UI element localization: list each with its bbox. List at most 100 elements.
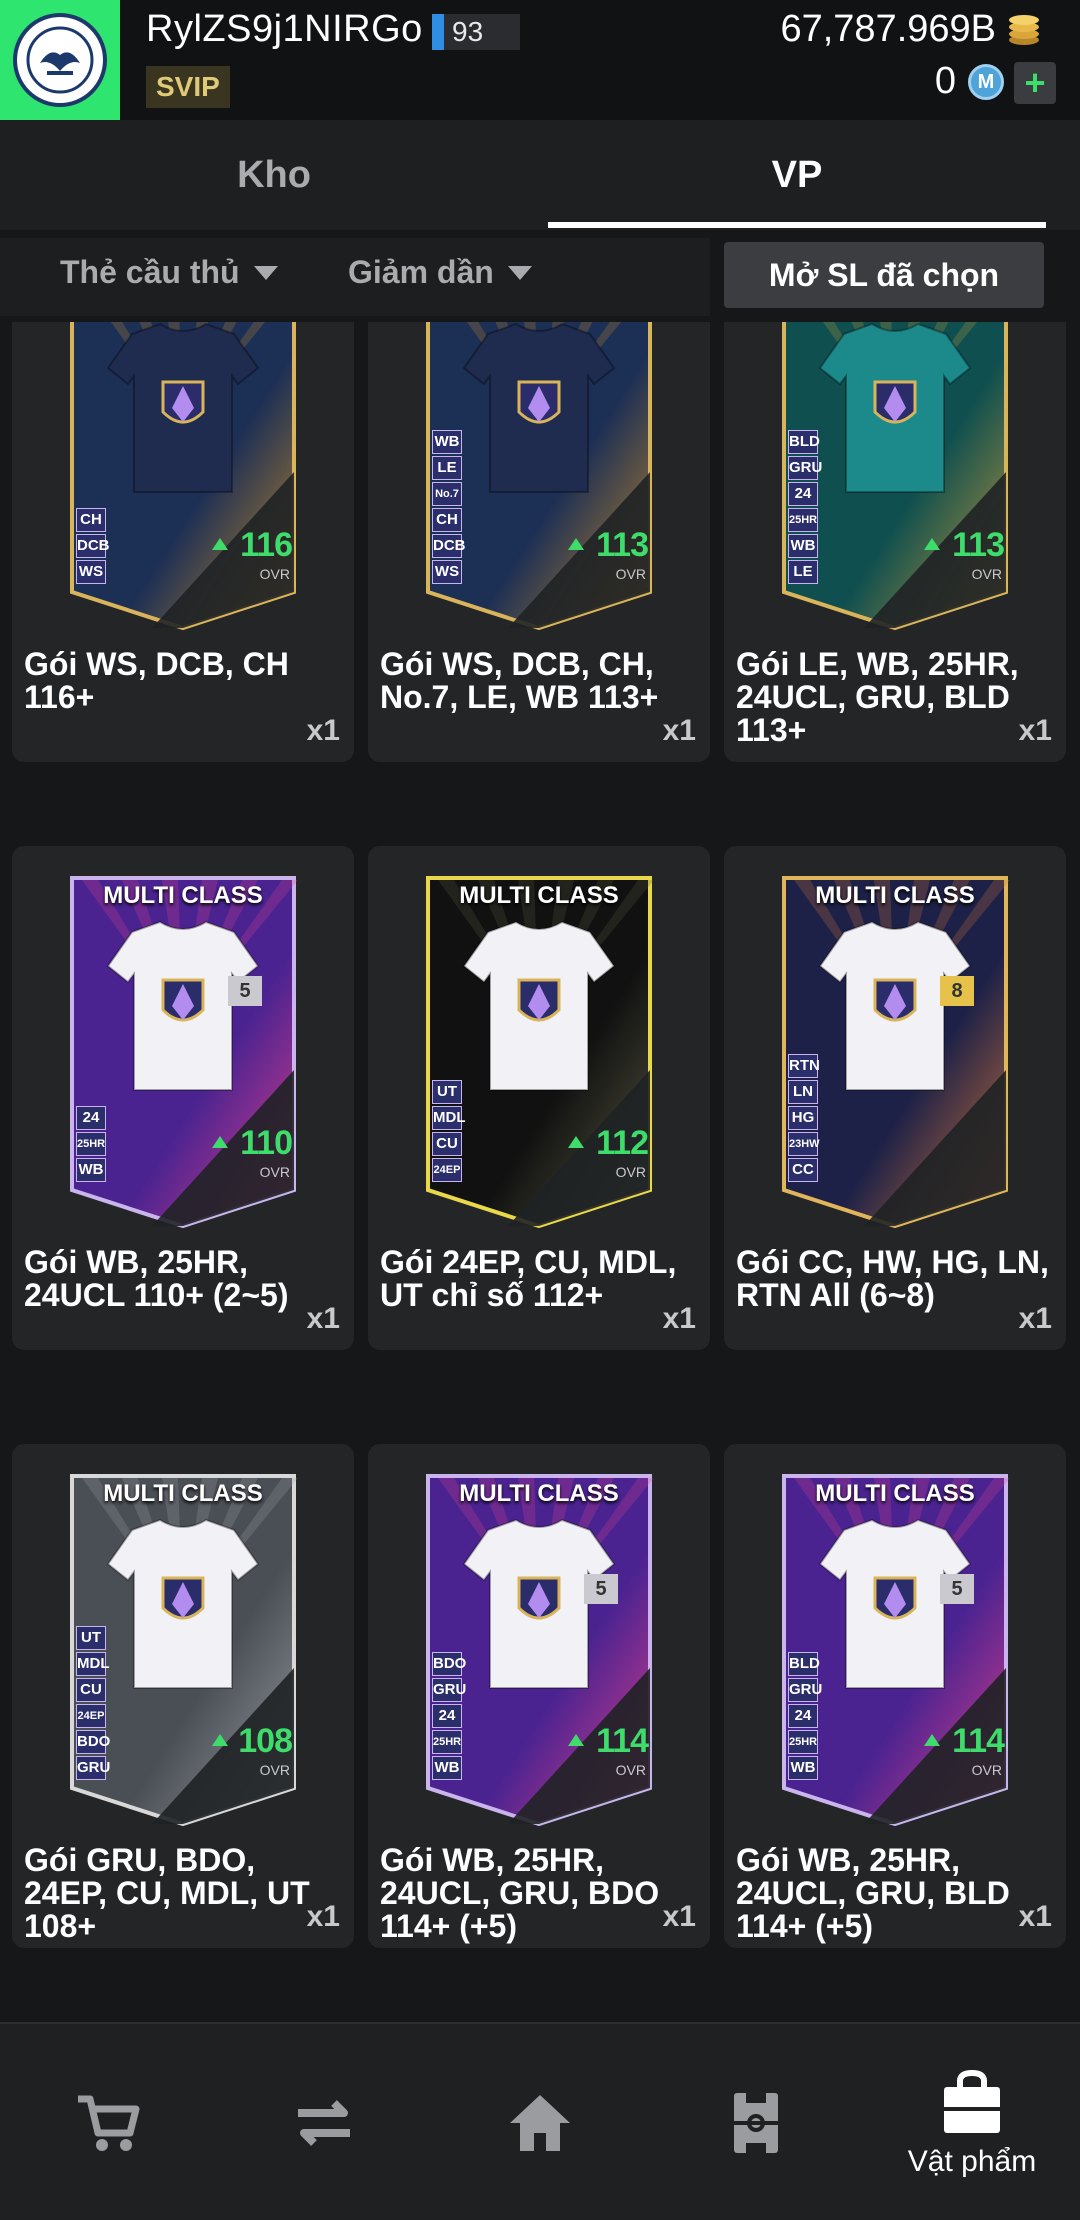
ovr-value: 108 <box>238 1722 293 1760</box>
shopping-bag-icon <box>944 2069 1000 2133</box>
class-badge: WB <box>432 1756 462 1780</box>
class-badge: LE <box>788 560 818 584</box>
pack-item[interactable]: MULTI CLASSBLDGRU2425HRWBLE113OVRGói LE,… <box>724 322 1066 762</box>
vip-badge: SVIP <box>146 66 230 108</box>
class-badge: BLD <box>788 1652 820 1676</box>
class-badge: GRU <box>788 1678 822 1702</box>
ovr-up-arrow-icon <box>568 538 584 550</box>
pack-card-image: MULTI CLASS 5 BDO GRU 24 25HR WB 114 OVR <box>418 1468 660 1828</box>
pack-item[interactable]: MULTI CLASSWBLENo.7CHDCBWS113OVRGói WS, … <box>368 322 710 762</box>
ovr-up-arrow-icon <box>212 1136 228 1148</box>
nav-home[interactable] <box>432 2024 648 2220</box>
rank-badge: 8 <box>940 976 974 1006</box>
class-badge: CU <box>432 1132 462 1156</box>
nav-squad[interactable] <box>648 2024 864 2220</box>
pack-item[interactable]: MULTI CLASS 5 24 25HR WB 110 OVR Gói WB, 25HR, … <box>12 846 354 1350</box>
ovr-value: 114 <box>596 1722 649 1760</box>
ovr-up-arrow-icon <box>924 538 940 550</box>
class-badge: GRU <box>788 456 822 480</box>
class-badge: MDL <box>76 1652 110 1676</box>
ovr-up-arrow-icon <box>924 1734 940 1746</box>
type-filter-dropdown[interactable]: Thẻ cầu thủ <box>60 254 278 291</box>
m-currency-icon: M <box>968 64 1004 100</box>
rank-badge: 5 <box>940 1574 974 1604</box>
pack-quantity: x1 <box>306 1900 340 1933</box>
home-icon <box>510 2095 570 2151</box>
class-badge: WS <box>432 560 462 584</box>
class-badge: WB <box>788 534 818 558</box>
class-badge: WB <box>432 430 462 454</box>
class-badge: 24EP <box>432 1158 462 1182</box>
pack-card-image: MULTI CLASS 5 24 25HR WB 110 OVR <box>62 870 304 1230</box>
class-badge: CH <box>432 508 462 532</box>
card-title: MULTI CLASS <box>815 882 975 909</box>
ovr-label: OVR <box>615 1762 646 1778</box>
club-logo[interactable] <box>0 0 120 120</box>
class-badge: 23HW <box>788 1132 820 1156</box>
transfer-icon <box>298 2100 350 2146</box>
tab-kho[interactable]: Kho <box>0 120 548 230</box>
tab-vp[interactable]: VP <box>548 120 1046 230</box>
class-badge: 24 <box>788 482 818 506</box>
nav-items-label: Vật phẩm <box>907 2145 1037 2178</box>
pack-quantity: x1 <box>306 1302 340 1335</box>
caret-down-icon <box>507 265 532 280</box>
level-indicator: 93 <box>432 14 520 50</box>
pack-name: Gói CC, HW, HG, LN, RTN All (6~8) <box>736 1244 1049 1313</box>
ovr-value: 114 <box>952 1722 1005 1760</box>
pack-quantity: x1 <box>1018 1302 1052 1335</box>
class-badge: 24 <box>76 1106 106 1130</box>
type-filter-label: Thẻ cầu thủ <box>60 254 240 290</box>
nav-items[interactable]: Vật phẩm <box>864 2024 1080 2220</box>
class-badge: LE <box>432 456 462 480</box>
ovr-label: OVR <box>259 566 290 582</box>
rank-badge: 5 <box>228 976 262 1006</box>
class-badge: LN <box>788 1080 818 1104</box>
pack-card-image: MULTI CLASSCHDCBWS116OVR <box>62 322 304 632</box>
nav-shop[interactable] <box>0 2024 216 2220</box>
bottom-navigation: Vật phẩm <box>0 2022 1080 2220</box>
level-number: 93 <box>452 16 484 47</box>
ovr-up-arrow-icon <box>568 1734 584 1746</box>
class-badge: GRU <box>76 1756 110 1780</box>
class-badge: BDO <box>76 1730 110 1754</box>
active-tab-indicator <box>548 222 1046 228</box>
pack-name: Gói WB, 25HR, 24UCL, GRU, BDO 114+ (+5) <box>380 1842 660 1944</box>
pack-quantity: x1 <box>662 1302 696 1335</box>
add-currency-button[interactable]: + <box>1014 62 1056 104</box>
card-title: MULTI CLASS <box>103 882 263 909</box>
class-badge: 25HR <box>432 1730 462 1754</box>
pack-card-image: MULTI CLASS UT MDL CU 24EP BDO GRU 108 OVR <box>62 1468 304 1828</box>
class-badge: UT <box>76 1626 106 1650</box>
pack-item[interactable]: MULTI CLASS 8 RTN LN HG 23HW CC Gói CC, HW, HG,… <box>724 846 1066 1350</box>
cart-icon <box>78 2095 140 2151</box>
pack-card-image: MULTI CLASSBLDGRU2425HRWBLE113OVR <box>774 322 1016 632</box>
top-header: RylZS9j1NIRGo 93 SVIP 67,787.969B 0 M + <box>0 0 1080 120</box>
pack-item[interactable]: MULTI CLASS UT MDL CU 24EP 112 OVR Gói 24EP, CU… <box>368 846 710 1350</box>
pack-item[interactable]: MULTI CLASS 5 BDO GRU 24 25HR WB 114 OVR Gói WB, … <box>368 1444 710 1948</box>
item-grid: MULTI CLASSCHDCBWS116OVRGói WS, DCB, CH … <box>0 322 1080 2020</box>
pack-item[interactable]: MULTI CLASS UT MDL CU 24EP BDO GRU 108 OVR Gói GR… <box>12 1444 354 1948</box>
ovr-up-arrow-icon <box>568 1136 584 1148</box>
sort-dropdown[interactable]: Giảm dần <box>348 254 532 291</box>
pack-item[interactable]: MULTI CLASS 5 BLD GRU 24 25HR WB 114 OVR Gói WB, … <box>724 1444 1066 1948</box>
pack-name: Gói WB, 25HR, 24UCL, GRU, BLD 114+ (+5) <box>736 1842 1010 1944</box>
pack-name: Gói GRU, BDO, 24EP, CU, MDL, UT 108+ <box>24 1842 310 1944</box>
class-badge: 24 <box>788 1704 818 1728</box>
class-badge: CC <box>788 1158 818 1182</box>
coin-balance: 67,787.969B <box>780 8 996 50</box>
nav-transfer[interactable] <box>216 2024 432 2220</box>
class-badge: BLD <box>788 430 820 454</box>
class-badge: No.7 <box>432 482 462 506</box>
pack-card-image: MULTI CLASS 5 BLD GRU 24 25HR WB 114 OVR <box>774 1468 1016 1828</box>
open-selected-button[interactable]: Mở SL đã chọn <box>724 242 1044 308</box>
class-badge: DCB <box>76 534 110 558</box>
pack-item[interactable]: MULTI CLASSCHDCBWS116OVRGói WS, DCB, CH … <box>12 322 354 762</box>
ovr-label: OVR <box>971 566 1002 582</box>
card-title: MULTI CLASS <box>815 1480 975 1507</box>
ovr-value: 113 <box>596 526 649 564</box>
ovr-label: OVR <box>259 1762 290 1778</box>
class-badge: 25HR <box>788 1730 818 1754</box>
level-bar-fill <box>432 14 444 50</box>
class-badge: CH <box>76 508 106 532</box>
